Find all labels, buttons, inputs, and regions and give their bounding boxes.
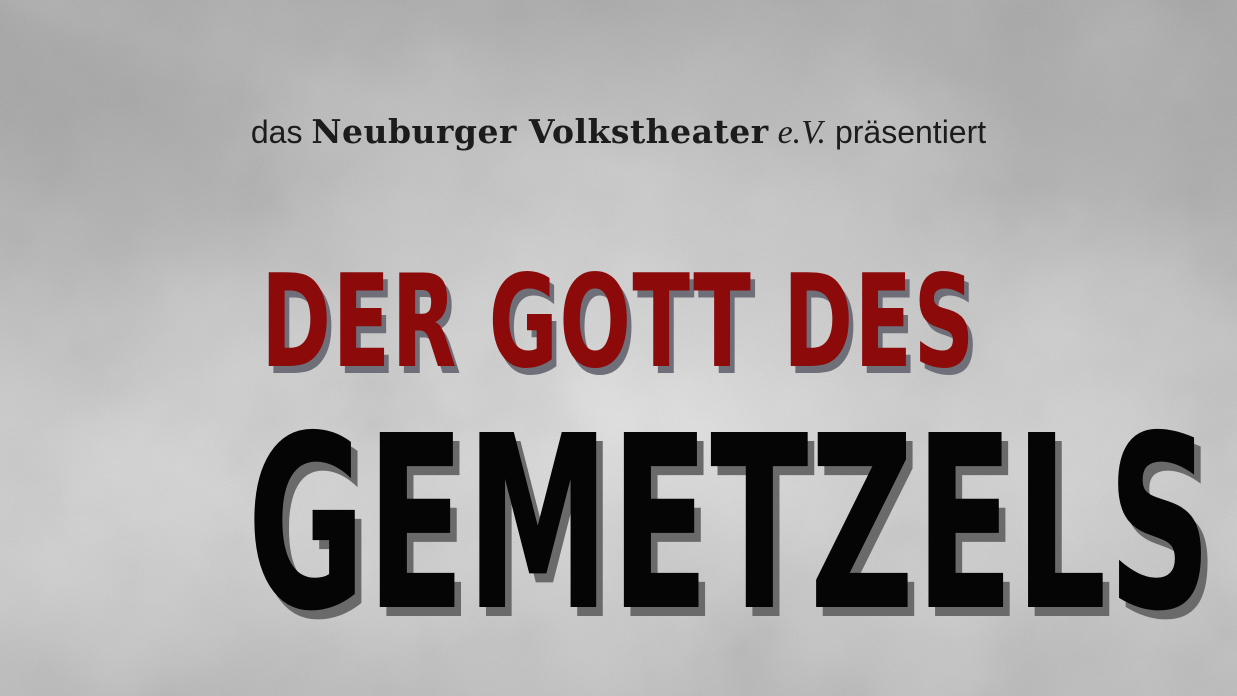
- poster-background: das Neuburger Volkstheater e.V. präsenti…: [0, 0, 1237, 696]
- presenter-suffix: präsentiert: [834, 114, 987, 150]
- title-line-2: GEMETZELS: [247, 384, 1213, 664]
- organization-suffix: e.V.: [777, 114, 827, 151]
- presenter-line: das Neuburger Volkstheater e.V. präsenti…: [0, 112, 1237, 152]
- organization-name: Neuburger Volkstheater: [311, 112, 769, 151]
- presenter-prefix: das: [250, 114, 303, 150]
- title-line-1: DER GOTT DES: [261, 248, 976, 397]
